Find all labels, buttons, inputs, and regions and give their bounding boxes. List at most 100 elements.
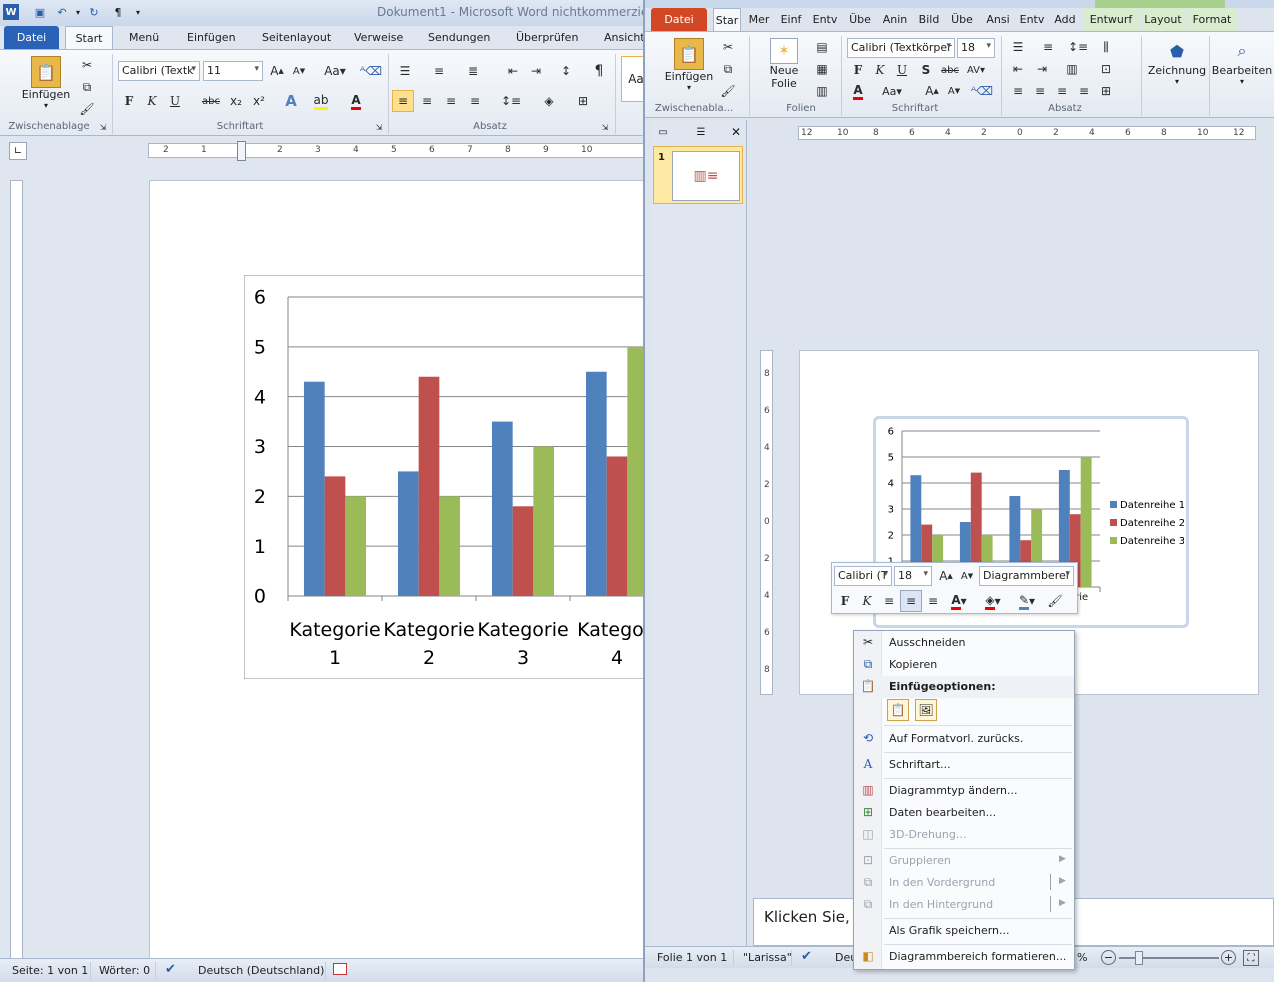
menu-item-gruppieren[interactable]: ⊡ Gruppieren ▶: [854, 850, 1074, 872]
ppt-tab-bildschirm[interactable]: Bild: [915, 8, 943, 32]
mini-shape-outline-icon[interactable]: ✎ ▾: [1012, 590, 1042, 612]
grow-font-icon[interactable]: A ▲: [266, 60, 288, 82]
fit-to-window-icon[interactable]: ⛶: [1243, 950, 1259, 966]
ppt-shrink-font-icon[interactable]: A ▼: [943, 80, 965, 102]
ppt-align-left-button[interactable]: ≡: [1007, 80, 1029, 102]
word-count[interactable]: Wörter: 0: [99, 964, 150, 977]
superscript-button[interactable]: x²: [248, 90, 270, 112]
ppt-text-direction-icon[interactable]: ⫼: [1095, 36, 1117, 58]
paste-as-picture-icon[interactable]: 🖼: [915, 699, 937, 721]
menu-item-diagrammbereich[interactable]: ◧ Diagrammbereich formatieren...: [854, 946, 1074, 968]
outline-tab-icon[interactable]: ☰: [681, 122, 721, 142]
menu-item-kopieren[interactable]: ⧉ Kopieren: [854, 654, 1074, 676]
menu-item-diagrammtyp[interactable]: ▥ Diagrammtyp ändern...: [854, 780, 1074, 802]
ppt-tab-addins[interactable]: Add: [1051, 8, 1079, 32]
menu-item-daten-bearbeiten[interactable]: ⊞ Daten bearbeiten...: [854, 802, 1074, 824]
ppt-tab-uebergaenge[interactable]: Übe: [845, 8, 875, 32]
clipboard-launcher-icon[interactable]: ⇲: [96, 120, 110, 134]
styles-gallery[interactable]: Aa: [621, 56, 645, 102]
drawing-button[interactable]: ⬟ Zeichnung ▾: [1147, 38, 1207, 87]
word-tab-start[interactable]: Start: [65, 26, 113, 50]
multilevel-list-icon[interactable]: ≣: [462, 60, 484, 82]
char-spacing-icon[interactable]: AV▾: [965, 59, 987, 81]
menu-item-schriftart[interactable]: A Schriftart...: [854, 754, 1074, 776]
ppt-underline-button[interactable]: U: [891, 59, 913, 81]
ppt-horizontal-ruler[interactable]: 12 10 8 6 4 2 0 2 4 6 8 10 12: [798, 126, 1256, 140]
ppt-tab-start[interactable]: Star: [713, 8, 741, 32]
copy-icon[interactable]: ⧉: [76, 76, 98, 98]
mini-align-center-button[interactable]: ≡: [900, 590, 922, 612]
shading-icon[interactable]: ◈: [538, 90, 560, 112]
word-tab-einfuegen[interactable]: Einfügen: [187, 26, 236, 50]
ppt-paste-button[interactable]: 📋 Einfügen ▾: [661, 38, 717, 92]
theme-name[interactable]: "Larissa": [743, 951, 792, 964]
ppt-change-case-icon[interactable]: Aa▾: [881, 80, 903, 102]
ppt-align-center-button[interactable]: ≡: [1029, 80, 1051, 102]
align-right-button[interactable]: ≡: [440, 90, 462, 112]
menu-item-vordergrund[interactable]: ⧉ In den Vordergrund ▶: [854, 872, 1074, 894]
shrink-font-icon[interactable]: A ▼: [288, 60, 310, 82]
mini-font-name-combo[interactable]: Calibri (T: [834, 566, 892, 586]
pilcrow-icon[interactable]: ¶: [110, 4, 126, 20]
ppt-tab-ueberpruefen[interactable]: Übe: [947, 8, 977, 32]
zoom-slider-thumb[interactable]: [1135, 951, 1143, 965]
proofing-icon[interactable]: ✔: [801, 949, 812, 964]
ppt-tab-entwurf[interactable]: Entv: [811, 8, 839, 32]
mini-align-right-button[interactable]: ≡: [922, 590, 944, 612]
zoom-in-icon[interactable]: +: [1221, 950, 1236, 965]
align-center-button[interactable]: ≡: [416, 90, 438, 112]
ppt-align-text-icon[interactable]: ⊡: [1095, 58, 1117, 80]
tab-selector[interactable]: ∟: [9, 142, 27, 160]
zoom-out-icon[interactable]: −: [1101, 950, 1116, 965]
word-tab-seitenlayout[interactable]: Seitenlayout: [262, 26, 331, 50]
ppt-clear-format-icon[interactable]: ᴬ⌫: [971, 80, 993, 102]
paragraph-launcher-icon[interactable]: ⇲: [598, 120, 612, 134]
font-launcher-icon[interactable]: ⇲: [372, 120, 386, 134]
ppt-tab-entwickler[interactable]: Entv: [1017, 8, 1047, 32]
strikethrough-button[interactable]: abc: [200, 90, 222, 112]
redo-icon[interactable]: ↻: [86, 4, 102, 20]
ppt-strike-button[interactable]: abc: [939, 59, 961, 81]
bold-button[interactable]: F: [118, 90, 140, 112]
word-chart[interactable]: 0 1 2 3 4 5 6 Kategorie 1 Kategorie 2 Kategorie 3 Kat…: [244, 275, 645, 679]
format-painter-icon[interactable]: 🖌: [717, 80, 739, 102]
show-formatting-icon[interactable]: ¶: [588, 60, 610, 82]
ppt-tab-chart-format[interactable]: Format: [1187, 8, 1237, 32]
mini-align-left-button[interactable]: ≡: [878, 590, 900, 612]
macro-record-icon[interactable]: [333, 963, 347, 975]
ppt-tab-chart-layout[interactable]: Layout: [1141, 8, 1185, 32]
ppt-bullets-icon[interactable]: ☰: [1007, 36, 1029, 58]
increase-indent-icon[interactable]: ⇥: [525, 60, 547, 82]
slides-tab-icon[interactable]: ▭: [653, 122, 673, 142]
mini-bold-button[interactable]: F: [834, 590, 856, 612]
word-tab-menu[interactable]: Menü: [129, 26, 159, 50]
underline-button[interactable]: U: [164, 90, 186, 112]
word-document-page[interactable]: 0 1 2 3 4 5 6 Kategorie 1 Kategorie 2 Kategorie 3 Kat…: [149, 180, 645, 970]
menu-item-reset-style[interactable]: ⟲ Auf Formatvorl. zurücks.: [854, 728, 1074, 750]
ppt-tab-datei[interactable]: Datei: [651, 8, 707, 32]
word-paste-button[interactable]: 📋 Einfügen ▾: [18, 56, 74, 110]
word-app-icon[interactable]: W: [3, 4, 19, 20]
mini-font-color-icon[interactable]: A ▾: [944, 590, 974, 612]
mini-font-size-combo[interactable]: 18: [894, 566, 932, 586]
menu-item-hintergrund[interactable]: ⧉ In den Hintergrund ▶: [854, 894, 1074, 916]
ppt-font-name-combo[interactable]: Calibri (Textkörper: [847, 38, 955, 58]
text-effects-icon[interactable]: A: [280, 90, 302, 112]
format-painter-icon[interactable]: 🖌: [76, 98, 98, 120]
ppt-tab-animationen[interactable]: Anin: [880, 8, 910, 32]
proofing-icon[interactable]: ✔: [165, 962, 176, 977]
decrease-indent-icon[interactable]: ⇤: [502, 60, 524, 82]
font-color-icon[interactable]: A: [345, 90, 367, 112]
mini-grow-font-icon[interactable]: A ▲: [935, 565, 957, 587]
word-horizontal-ruler[interactable]: 2112345678910: [148, 143, 645, 158]
cut-icon[interactable]: ✂: [76, 54, 98, 76]
ppt-tab-einfuegen[interactable]: Einf: [777, 8, 805, 32]
ppt-vertical-ruler[interactable]: 8 6 4 2 0 2 4 6 8: [760, 350, 773, 695]
menu-item-ausschneiden[interactable]: ✂ Ausschneiden: [854, 632, 1074, 654]
slide-count[interactable]: Folie 1 von 1: [657, 951, 727, 964]
reset-slide-icon[interactable]: ▦: [811, 58, 833, 80]
undo-icon[interactable]: ↶: [54, 4, 70, 20]
editing-button[interactable]: ⌕ Bearbeiten ▾: [1211, 38, 1273, 86]
mini-shrink-font-icon[interactable]: A ▼: [956, 565, 978, 587]
mini-shape-fill-icon[interactable]: ◈ ▾: [978, 590, 1008, 612]
